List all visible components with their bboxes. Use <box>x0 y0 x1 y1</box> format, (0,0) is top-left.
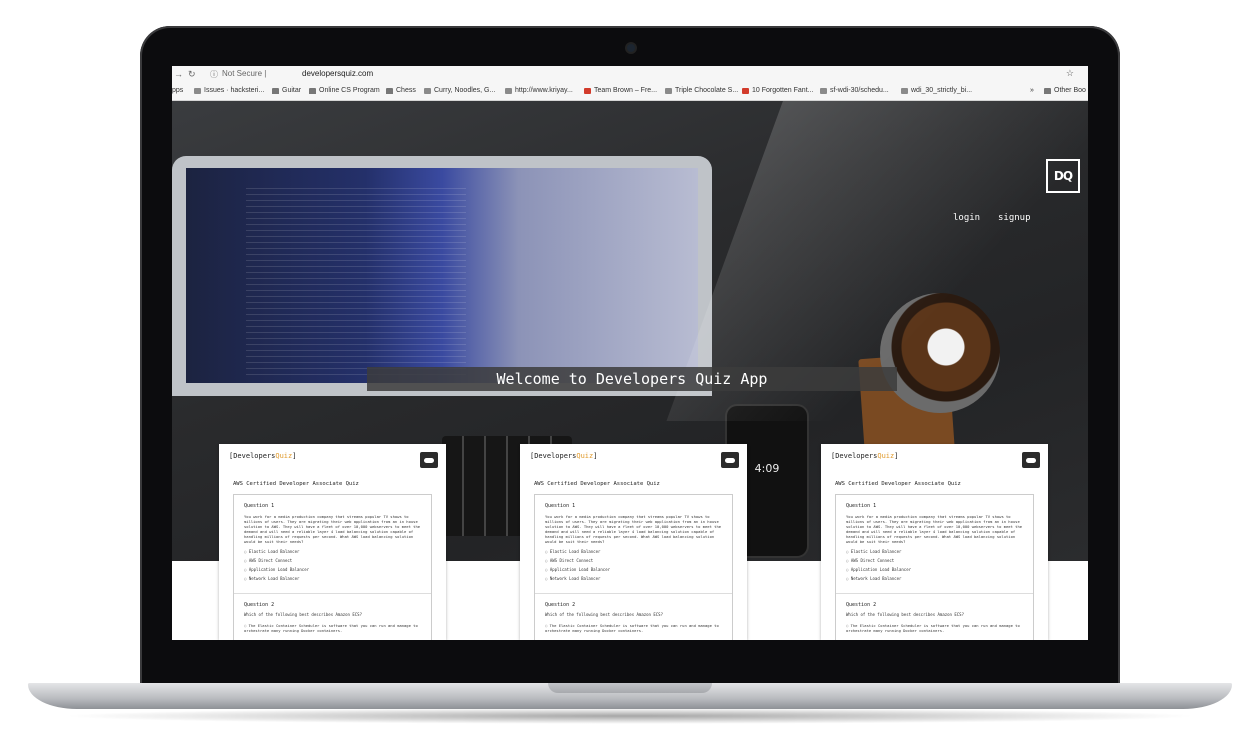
card-brand: [DevelopersQuiz] <box>831 452 899 460</box>
info-icon[interactable]: ⓘ <box>210 69 218 80</box>
question-text: You work for a media production company … <box>846 514 1023 544</box>
folder-icon <box>272 87 279 94</box>
question-text: Which of the following best describes Am… <box>846 612 965 617</box>
github-icon <box>194 87 201 94</box>
question-box: Question 1 You work for a media producti… <box>534 494 733 640</box>
quiz-card[interactable]: [DevelopersQuiz] AWS Certified Developer… <box>219 444 446 640</box>
bookmark-item[interactable]: Triple Chocolate S... <box>665 87 738 94</box>
card-title: AWS Certified Developer Associate Quiz <box>835 481 961 487</box>
answer-option[interactable]: Application Load Balancer <box>244 567 309 572</box>
github-icon <box>820 87 827 94</box>
question-label: Question 2 <box>244 602 275 608</box>
security-label: Not Secure | <box>222 69 267 78</box>
answer-option[interactable]: The Elastic Container Scheduler is softw… <box>244 623 422 633</box>
bookmark-item[interactable]: Other Boo <box>1044 87 1086 94</box>
bookmark-item[interactable]: Guitar <box>272 87 301 94</box>
bookmark-item[interactable]: 10 Forgotten Fant... <box>742 87 813 94</box>
question-label: Question 1 <box>545 503 576 509</box>
question-text: You work for a media production company … <box>545 514 722 544</box>
question-label: Question 1 <box>846 503 877 509</box>
hero-photo-laptop <box>172 156 712 396</box>
site-icon <box>424 87 431 94</box>
answer-option[interactable]: Elastic Load Balancer <box>545 549 601 554</box>
site-logo[interactable]: DQ <box>1046 159 1080 193</box>
bookmark-item[interactable]: Team Brown – Fre... <box>584 87 657 94</box>
globe-icon <box>505 87 512 94</box>
bookmark-star-icon[interactable]: ☆ <box>1066 68 1074 79</box>
site-icon <box>742 87 749 94</box>
bookmarks-overflow[interactable]: » <box>1030 87 1034 94</box>
answer-option[interactable]: Network Load Balancer <box>545 576 601 581</box>
answer-option[interactable]: The Elastic Container Scheduler is softw… <box>846 623 1024 633</box>
folder-icon <box>1044 87 1051 94</box>
site-icon <box>665 87 672 94</box>
laptop-shadow <box>60 708 1200 724</box>
site-icon <box>584 87 591 94</box>
card-brand: [DevelopersQuiz] <box>229 452 297 460</box>
cloud-icon <box>721 452 739 468</box>
bookmark-item[interactable]: Issues · hacksteri... <box>194 87 264 94</box>
question-label: Question 1 <box>244 503 275 509</box>
bookmark-item[interactable]: pps <box>172 87 183 94</box>
cloud-icon <box>1022 452 1040 468</box>
answer-option[interactable]: The Elastic Container Scheduler is softw… <box>545 623 723 633</box>
answer-option[interactable]: AWS Direct Connect <box>545 558 593 563</box>
answer-option[interactable]: Application Load Balancer <box>545 567 610 572</box>
question-label: Question 2 <box>846 602 877 608</box>
card-title: AWS Certified Developer Associate Quiz <box>233 481 359 487</box>
bookmark-item[interactable]: Curry, Noodles, G... <box>424 87 495 94</box>
question-box: Question 1 You work for a media producti… <box>835 494 1034 640</box>
welcome-banner: Welcome to Developers Quiz App <box>367 367 897 391</box>
question-text: Which of the following best describes Am… <box>244 612 363 617</box>
cloud-icon <box>420 452 438 468</box>
bookmark-item[interactable]: wdi_30_strictly_bi... <box>901 87 972 94</box>
question-box: Question 1 You work for a media producti… <box>233 494 432 640</box>
bookmark-item[interactable]: Chess <box>386 87 416 94</box>
reload-icon[interactable]: ↻ <box>188 69 196 80</box>
answer-option[interactable]: Network Load Balancer <box>846 576 902 581</box>
signup-link[interactable]: signup <box>998 213 1031 223</box>
forward-icon[interactable]: → <box>174 69 183 79</box>
answer-option[interactable]: Application Load Balancer <box>846 567 911 572</box>
url-text[interactable]: developersquiz.com <box>302 69 373 78</box>
address-bar: → ↻ ⓘ Not Secure | developersquiz.com ☆ <box>172 66 1088 85</box>
camera-icon <box>627 44 635 52</box>
answer-option[interactable]: Elastic Load Balancer <box>244 549 300 554</box>
bookmarks-bar: pps Issues · hacksteri... Guitar Online … <box>172 84 1088 101</box>
login-link[interactable]: login <box>953 213 980 223</box>
question-label: Question 2 <box>545 602 576 608</box>
bookmark-item[interactable]: http://www.kriyay... <box>505 87 573 94</box>
laptop-notch <box>548 683 712 693</box>
divider <box>234 593 431 594</box>
quiz-card[interactable]: [DevelopersQuiz] AWS Certified Developer… <box>520 444 747 640</box>
folder-icon <box>309 87 316 94</box>
answer-option[interactable]: Elastic Load Balancer <box>846 549 902 554</box>
hero-photo-screen <box>186 168 698 383</box>
bookmark-item[interactable]: sf-wdi-30/schedu... <box>820 87 889 94</box>
card-title: AWS Certified Developer Associate Quiz <box>534 481 660 487</box>
question-text: You work for a media production company … <box>244 514 421 544</box>
slack-icon <box>901 87 908 94</box>
bookmark-item[interactable]: Online CS Program <box>309 87 380 94</box>
divider <box>836 593 1033 594</box>
folder-icon <box>386 87 393 94</box>
question-text: Which of the following best describes Am… <box>545 612 664 617</box>
hero-photo-code <box>246 188 466 378</box>
url-field[interactable]: ⓘ Not Secure | developersquiz.com <box>206 69 1056 81</box>
answer-option[interactable]: AWS Direct Connect <box>244 558 292 563</box>
card-brand: [DevelopersQuiz] <box>530 452 598 460</box>
answer-option[interactable]: Network Load Balancer <box>244 576 300 581</box>
answer-option[interactable]: AWS Direct Connect <box>846 558 894 563</box>
screen: → ↻ ⓘ Not Secure | developersquiz.com ☆ … <box>172 66 1088 640</box>
divider <box>535 593 732 594</box>
quiz-card[interactable]: [DevelopersQuiz] AWS Certified Developer… <box>821 444 1048 640</box>
